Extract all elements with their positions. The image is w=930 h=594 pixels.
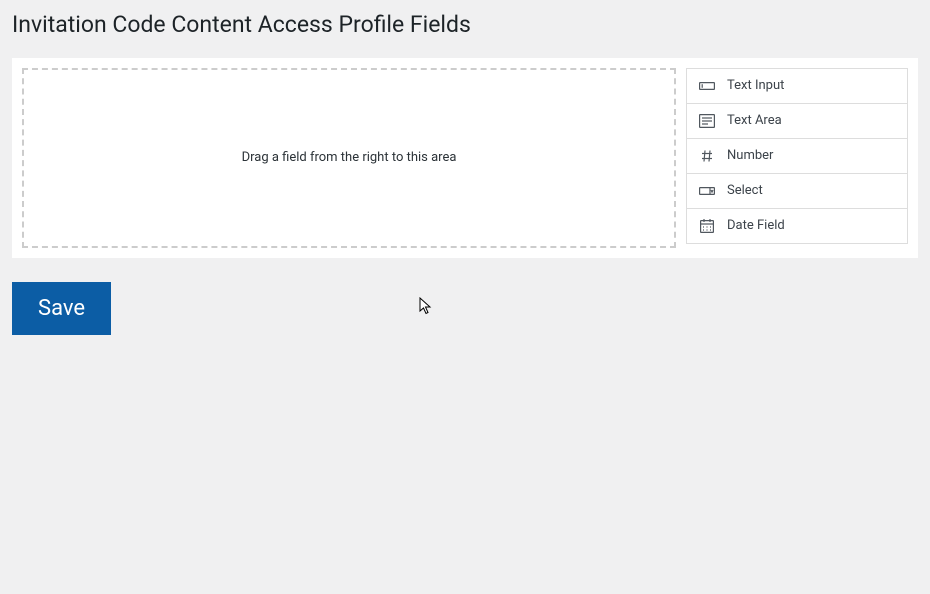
save-button[interactable]: Save <box>12 282 111 335</box>
drop-area[interactable]: Drag a field from the right to this area <box>22 68 676 248</box>
number-icon <box>699 148 715 164</box>
field-item-label: Number <box>727 148 773 163</box>
page-title: Invitation Code Content Access Profile F… <box>0 0 930 40</box>
date-icon <box>699 218 715 234</box>
builder-panel: Drag a field from the right to this area… <box>12 58 918 258</box>
cursor-icon <box>419 297 433 315</box>
field-item-text-input[interactable]: Text Input <box>686 68 908 104</box>
field-item-label: Text Area <box>727 113 782 128</box>
field-item-date-field[interactable]: Date Field <box>686 209 908 244</box>
text-input-icon <box>699 78 715 94</box>
field-item-label: Select <box>727 183 763 198</box>
drop-area-placeholder: Drag a field from the right to this area <box>242 150 457 165</box>
field-item-number[interactable]: Number <box>686 139 908 174</box>
field-item-label: Text Input <box>727 78 784 93</box>
field-palette: Text Input Text Area <box>686 68 908 248</box>
field-item-label: Date Field <box>727 218 785 233</box>
field-item-select[interactable]: Select <box>686 174 908 209</box>
text-area-icon <box>699 113 715 129</box>
field-item-text-area[interactable]: Text Area <box>686 104 908 139</box>
select-icon <box>699 183 715 199</box>
